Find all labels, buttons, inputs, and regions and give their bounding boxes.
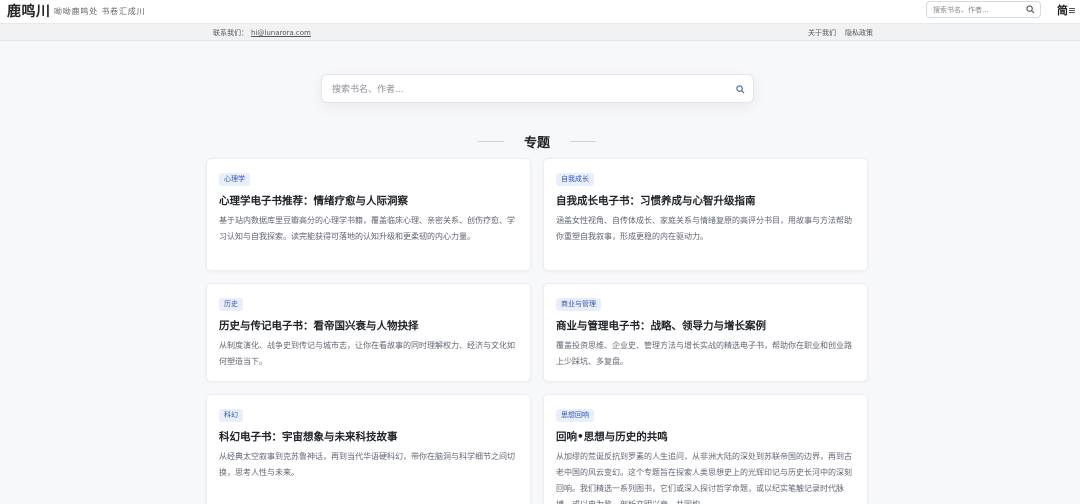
section-title: 专题	[523, 136, 550, 151]
language-label: 简	[1057, 4, 1068, 17]
section-divider-left	[478, 141, 504, 142]
card-title[interactable]: 心理学电子书推荐：情绪疗愈与人际洞察	[219, 193, 408, 208]
sub-navbar: 联系我们： hi@lunarora.com 关于我们 隐私政策	[0, 24, 1080, 41]
topic-card-psychology[interactable]: 心理学 心理学电子书推荐：情绪疗愈与人际洞察 基于站内数据库里豆瓣高分的心理学书…	[206, 158, 531, 271]
footer-links: 关于我们 隐私政策	[808, 28, 882, 38]
category-tag[interactable]: 思想回响	[556, 409, 594, 422]
card-title[interactable]: 商业与管理电子书：战略、领导力与增长案例	[556, 318, 766, 333]
topic-card-history[interactable]: 历史 历史与传记电子书：看帝国兴衰与人物抉择 从制度演化、战争史到传记与城市志，…	[206, 283, 531, 382]
menu-icon	[1069, 8, 1075, 13]
card-title[interactable]: 回响•思想与历史的共鸣	[556, 429, 668, 444]
contact-label: 联系我们：	[213, 29, 248, 37]
category-tag[interactable]: 科幻	[219, 409, 243, 422]
main-search-box[interactable]	[321, 74, 754, 103]
privacy-link[interactable]: 隐私政策	[845, 29, 873, 37]
card-description: 涵盖女性视角、自传体成长、家庭关系与情绪复原的高评分书目，用故事与方法帮助你重塑…	[556, 216, 852, 241]
card-title[interactable]: 自我成长电子书：习惯养成与心智升级指南	[556, 193, 756, 208]
search-icon[interactable]	[1026, 5, 1035, 14]
card-description: 覆盖投资思维、企业史、管理方法与增长实战的精选电子书，帮助你在职业和创业路上少踩…	[556, 341, 852, 366]
card-description: 从制度演化、战争史到传记与城市志，让你在看故事的同时理解权力、经济与文化如何塑造…	[219, 341, 515, 366]
topic-card-business[interactable]: 商业与管理 商业与管理电子书：战略、领导力与增长案例 覆盖投资思维、企业史、管理…	[543, 283, 868, 382]
header-search-box[interactable]	[926, 1, 1041, 18]
category-tag[interactable]: 自我成长	[556, 173, 594, 186]
search-icon[interactable]	[736, 85, 745, 94]
card-title[interactable]: 历史与传记电子书：看帝国兴衰与人物抉择	[219, 318, 419, 333]
site-logo[interactable]: 鹿鸣川	[7, 1, 51, 21]
language-toggle[interactable]: 简	[1057, 2, 1075, 18]
card-description: 基于站内数据库里豆瓣高分的心理学书籍，覆盖临床心理、亲密关系、创伤疗愈、学习认知…	[219, 216, 515, 241]
card-title[interactable]: 科幻电子书：宇宙想象与未来科技故事	[219, 429, 398, 444]
card-description: 从加缪的荒诞反抗到罗素的人生追问，从非洲大陆的深处到苏联帝国的边界，再到古老中国…	[556, 452, 852, 504]
contact-info: 联系我们： hi@lunarora.com	[213, 28, 311, 38]
topic-card-scifi[interactable]: 科幻 科幻电子书：宇宙想象与未来科技故事 从经典太空叙事到克苏鲁神话，再到当代华…	[206, 394, 531, 504]
header-search-input[interactable]	[933, 4, 1025, 16]
top-navbar: 鹿鸣川 呦呦鹿鸣处 书卷汇成川 简	[0, 0, 1080, 24]
about-link[interactable]: 关于我们	[808, 29, 836, 37]
category-tag[interactable]: 商业与管理	[556, 298, 601, 311]
topic-card-thought[interactable]: 思想回响 回响•思想与历史的共鸣 从加缪的荒诞反抗到罗素的人生追问，从非洲大陆的…	[543, 394, 868, 504]
card-description: 从经典太空叙事到克苏鲁神话，再到当代华语硬科幻，带你在脑洞与科学细节之间切换，思…	[219, 452, 515, 477]
category-tag[interactable]: 历史	[219, 298, 243, 311]
category-tag[interactable]: 心理学	[219, 173, 250, 186]
section-divider-right	[570, 141, 596, 142]
site-slogan: 呦呦鹿鸣处 书卷汇成川	[54, 7, 146, 16]
contact-email-link[interactable]: hi@lunarora.com	[251, 29, 311, 37]
topic-card-self-growth[interactable]: 自我成长 自我成长电子书：习惯养成与心智升级指南 涵盖女性视角、自传体成长、家庭…	[543, 158, 868, 271]
main-search-input[interactable]	[332, 83, 722, 97]
